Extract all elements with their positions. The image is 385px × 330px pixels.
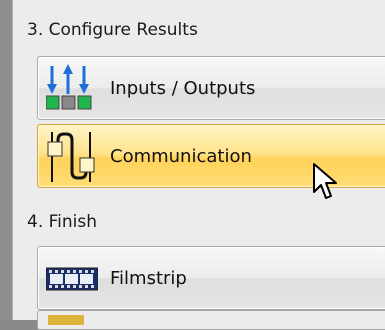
next-item-icon [48,315,84,325]
communication-icon [46,132,98,182]
task-list: 3. Configure Results Inputs / Outputs Co… [12,0,385,330]
inputs-outputs-button[interactable]: Inputs / Outputs [37,56,385,120]
next-item-button[interactable] [37,310,385,330]
section-header-finish: 4. Finish [27,212,98,232]
mouse-cursor-icon [312,162,340,202]
task-panel: 3. Configure Results Inputs / Outputs Co… [0,0,385,330]
section-header-configure-results: 3. Configure Results [27,20,198,40]
inputs-outputs-label: Inputs / Outputs [110,77,256,99]
communication-label: Communication [110,145,252,167]
filmstrip-button[interactable]: Filmstrip [37,246,385,310]
filmstrip-icon [45,254,99,304]
inputs-outputs-icon [45,64,98,114]
filmstrip-label: Filmstrip [110,267,187,289]
